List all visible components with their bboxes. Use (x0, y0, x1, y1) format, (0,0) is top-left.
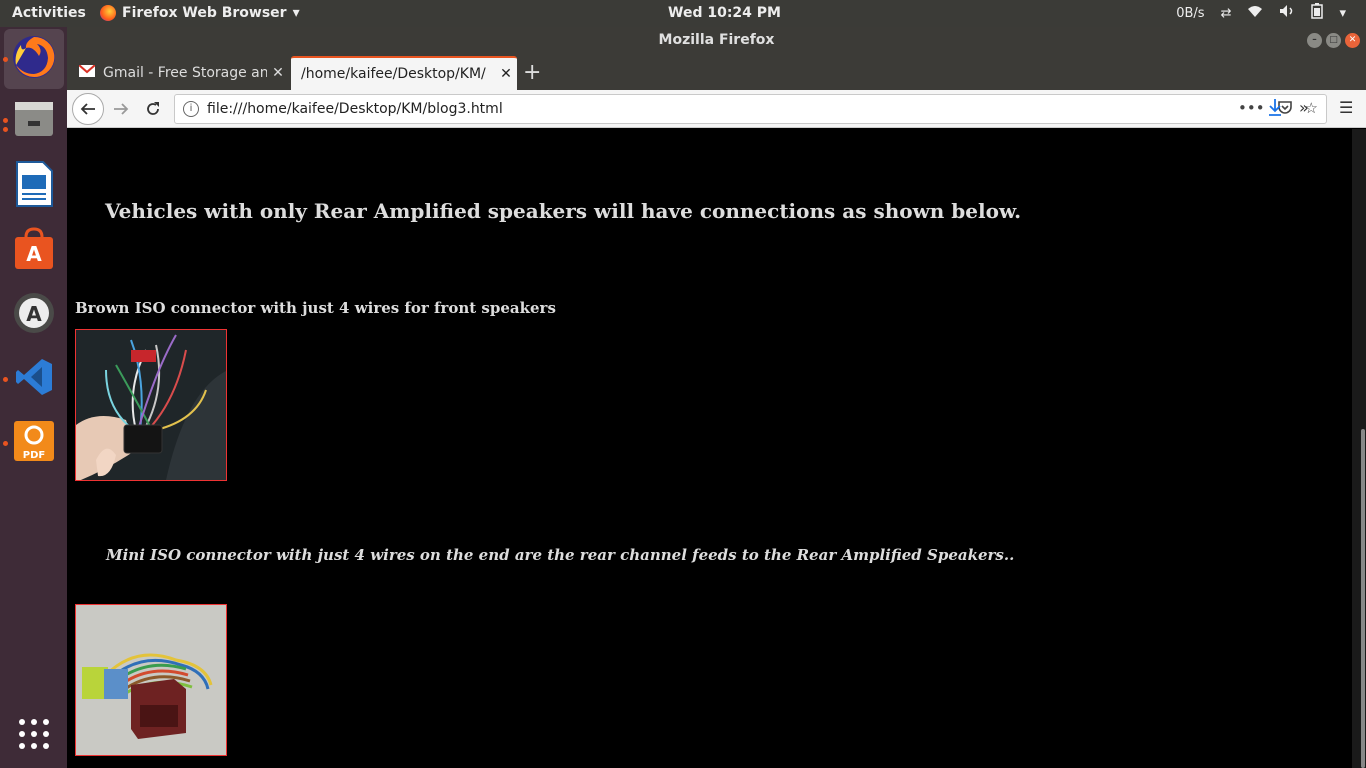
dock-vscode[interactable] (8, 353, 60, 405)
tab-bar: Gmail - Free Storage and ✕ /home/kaifee/… (67, 54, 1366, 90)
svg-text:PDF: PDF (23, 450, 45, 461)
dock-software-updater[interactable]: A (8, 289, 60, 341)
top-bar: Activities Firefox Web Browser ▾ Wed 10:… (0, 0, 1366, 27)
window-title: Mozilla Firefox (658, 32, 775, 48)
chevron-down-icon: ▾ (292, 5, 300, 21)
system-tray[interactable]: 0B/s ⇄ ▾ (1176, 3, 1346, 23)
page-actions-icon[interactable]: ••• (1238, 99, 1265, 119)
back-button[interactable] (72, 93, 104, 125)
download-icon[interactable] (1267, 98, 1283, 120)
activities-button[interactable]: Activities (12, 5, 86, 21)
page-content: Vehicles with only Rear Amplified speake… (67, 129, 1352, 768)
software-center-icon: A (12, 227, 56, 275)
app-menu[interactable]: Firefox Web Browser ▾ (100, 5, 300, 21)
close-window-button[interactable]: ✕ (1345, 33, 1360, 48)
volume-icon (1279, 4, 1295, 22)
tab-blog3[interactable]: /home/kaifee/Desktop/KM/ ✕ (291, 56, 517, 90)
dock-software-center[interactable]: A (8, 225, 60, 277)
transfer-icon: ⇄ (1220, 5, 1232, 21)
page-heading: Vehicles with only Rear Amplified speake… (105, 199, 1022, 223)
chevron-down-icon: ▾ (1339, 5, 1346, 21)
software-updater-icon: A (12, 291, 56, 339)
files-icon (12, 97, 56, 145)
url-text: file:///home/kaifee/Desktop/KM/blog3.htm… (207, 101, 503, 117)
reload-button[interactable] (139, 95, 167, 123)
dock-writer[interactable] (8, 160, 60, 212)
scrollbar-thumb[interactable] (1361, 429, 1365, 768)
forward-button[interactable] (107, 95, 135, 123)
battery-icon (1311, 3, 1324, 23)
clock[interactable]: Wed 10:24 PM (668, 5, 781, 21)
tab-label: /home/kaifee/Desktop/KM/ (301, 66, 486, 82)
gmail-icon (78, 64, 96, 81)
dock-files[interactable] (8, 95, 60, 147)
mini-iso-connector-image (75, 604, 227, 756)
overflow-menu-icon[interactable]: » (1299, 98, 1309, 117)
tab-gmail[interactable]: Gmail - Free Storage and ✕ (73, 56, 289, 90)
close-tab-icon[interactable]: ✕ (267, 65, 289, 81)
writer-icon (14, 161, 54, 211)
firefox-icon (100, 5, 116, 21)
svg-text:A: A (26, 302, 42, 326)
maximize-button[interactable]: □ (1326, 33, 1341, 48)
running-indicator (3, 441, 8, 446)
firefox-icon (11, 34, 57, 84)
minimize-button[interactable]: – (1307, 33, 1322, 48)
info-icon[interactable]: i (183, 101, 199, 117)
app-menu-label: Firefox Web Browser (122, 5, 287, 21)
hamburger-menu-icon[interactable]: ☰ (1339, 98, 1353, 117)
window-titlebar[interactable]: Mozilla Firefox – □ ✕ (67, 27, 1366, 54)
pdf-editor-icon: PDF (12, 419, 56, 467)
section-heading-front: Brown ISO connector with just 4 wires fo… (75, 299, 556, 317)
app-grid-icon (17, 717, 51, 755)
new-tab-button[interactable]: + (523, 60, 541, 85)
window-controls: – □ ✕ (1307, 33, 1360, 48)
url-bar[interactable]: i file:///home/kaifee/Desktop/KM/blog3.h… (174, 94, 1327, 124)
network-speed: 0B/s (1176, 5, 1205, 21)
tab-label: Gmail - Free Storage and (103, 65, 267, 81)
navigation-bar: i file:///home/kaifee/Desktop/KM/blog3.h… (67, 90, 1366, 128)
dock-pdf-editor[interactable]: PDF (8, 417, 60, 469)
running-indicator (3, 118, 8, 123)
vscode-icon (14, 357, 54, 401)
wifi-icon (1247, 4, 1263, 22)
running-indicator (3, 57, 8, 62)
running-indicator (3, 377, 8, 382)
close-tab-icon[interactable]: ✕ (495, 66, 517, 82)
dock-show-applications[interactable] (8, 710, 60, 762)
running-indicator (3, 127, 8, 132)
page-scrollbar[interactable] (1352, 129, 1366, 768)
brown-iso-connector-image (75, 329, 227, 481)
dock: A A PDF (0, 27, 67, 768)
svg-text:A: A (26, 242, 42, 266)
section-heading-rear: Mini ISO connector with just 4 wires on … (106, 546, 1015, 564)
dock-firefox[interactable] (4, 29, 64, 89)
